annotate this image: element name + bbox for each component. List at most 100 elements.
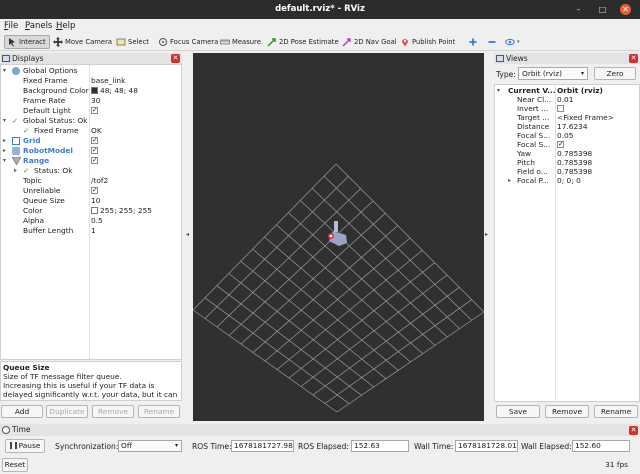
- fixed-frame-value[interactable]: base_link: [91, 76, 125, 86]
- render-viewport[interactable]: [193, 53, 484, 421]
- views-tree[interactable]: ▾ Current V... Orbit (rviz) Near Cl... 0…: [494, 84, 640, 402]
- pose-estimate-label: 2D Pose Estimate: [279, 38, 339, 46]
- unreliable-key: Unreliable: [23, 186, 61, 195]
- tree-row-range-status[interactable]: ▸ ✓ Status: Ok: [1, 166, 181, 176]
- range-enabled-checkbox[interactable]: [91, 155, 98, 166]
- interact-tool[interactable]: Interact: [4, 35, 50, 49]
- help-panel: Queue Size Size of TF message filter que…: [0, 361, 182, 401]
- tree-row-frame-rate[interactable]: Frame Rate 30: [1, 96, 181, 106]
- remove-display-button[interactable]: Remove: [92, 405, 134, 418]
- displays-tree[interactable]: ▾ Global Options Fixed Frame base_link B…: [0, 64, 182, 360]
- views-title-label: Views: [506, 54, 528, 63]
- background-color-value[interactable]: 48; 48; 48: [91, 86, 138, 96]
- select-tool[interactable]: Select: [114, 35, 152, 49]
- tree-row-topic[interactable]: Topic /tof2: [1, 176, 181, 186]
- close-views-icon[interactable]: ✕: [629, 54, 638, 63]
- zero-button[interactable]: Zero: [594, 67, 636, 80]
- tree-row-buffer-length[interactable]: Buffer Length 1: [1, 226, 181, 236]
- tree-row-global-options[interactable]: ▾ Global Options: [1, 66, 181, 76]
- focal-point-value[interactable]: 0; 0; 0: [557, 176, 581, 186]
- ros-elapsed-field[interactable]: 152.63: [351, 440, 409, 452]
- add-display-button[interactable]: Add: [1, 405, 43, 418]
- maximize-button[interactable]: □: [597, 4, 608, 15]
- time-bar: Pause Synchronization: Off ▾ ROS Time: 1…: [0, 437, 640, 455]
- grid-label: Grid: [23, 136, 41, 145]
- right-splitter[interactable]: ▸: [484, 53, 492, 421]
- menu-file-rest: ile: [8, 21, 19, 31]
- buffer-length-value[interactable]: 1: [91, 226, 96, 236]
- tree-row-robot-model[interactable]: ▸ RobotModel: [1, 145, 181, 156]
- chevron-down-icon: ▾: [580, 70, 584, 77]
- default-light-checkbox[interactable]: [91, 105, 98, 116]
- sync-dropdown[interactable]: Off ▾: [118, 440, 182, 452]
- rename-display-button[interactable]: Rename: [138, 405, 180, 418]
- fps-counter: 31 fps: [605, 460, 628, 469]
- view-row-focal-point[interactable]: ▸ Focal P... 0; 0; 0: [495, 176, 639, 186]
- tree-row-background-color[interactable]: Background Color 48; 48; 48: [1, 86, 181, 96]
- close-time-icon[interactable]: ✕: [629, 426, 638, 435]
- tree-row-gs-fixed-frame[interactable]: ✓ Fixed Frame OK: [1, 126, 181, 136]
- close-displays-icon[interactable]: ✕: [171, 54, 180, 63]
- expand-arrow-icon: ▸: [14, 167, 18, 174]
- duplicate-display-button[interactable]: Duplicate: [46, 405, 88, 418]
- collapse-right-icon: ▸: [485, 231, 489, 238]
- camera-types-button[interactable]: ▾: [503, 35, 523, 49]
- tree-row-range[interactable]: ▾ Range: [1, 155, 181, 166]
- remove-tool-button[interactable]: [485, 35, 502, 49]
- chevron-down-icon: ▾: [174, 442, 178, 449]
- robot-icon: [12, 147, 20, 155]
- move-camera-tool[interactable]: Move Camera: [51, 35, 115, 49]
- checkbox-checked-icon: [91, 105, 98, 115]
- focus-camera-tool[interactable]: Focus Camera: [156, 35, 221, 49]
- remove-view-button[interactable]: Remove: [545, 405, 589, 418]
- save-view-button[interactable]: Save: [496, 405, 540, 418]
- rename-view-button[interactable]: Rename: [594, 405, 638, 418]
- tree-row-fixed-frame[interactable]: Fixed Frame base_link: [1, 76, 181, 86]
- tree-row-queue-size[interactable]: Queue Size 10: [1, 196, 181, 206]
- menu-panels[interactable]: Panels: [25, 21, 52, 31]
- status-bar: Reset 31 fps: [0, 457, 640, 474]
- tree-row-global-status[interactable]: ▾ ✓ Global Status: Ok: [1, 116, 181, 126]
- publish-point-tool[interactable]: Publish Point: [398, 35, 458, 49]
- focus-camera-label: Focus Camera: [170, 38, 219, 46]
- collapse-left-icon: ◂: [186, 231, 190, 238]
- grid-line-v: [216, 285, 362, 396]
- expand-arrow-icon: ▸: [3, 137, 7, 144]
- ros-time-field[interactable]: 1678181727.98: [231, 440, 294, 452]
- queue-size-value[interactable]: 10: [91, 196, 100, 206]
- checkbox-checked-icon: [91, 135, 98, 145]
- measure-label: Measure: [232, 38, 261, 46]
- reset-button[interactable]: Reset: [2, 458, 28, 472]
- nav-goal-label: 2D Nav Goal: [354, 38, 397, 46]
- wall-time-field[interactable]: 1678181728.01: [455, 440, 518, 452]
- ros-time-label: ROS Time:: [192, 442, 232, 451]
- nav-goal-tool[interactable]: 2D Nav Goal: [340, 35, 400, 49]
- alpha-key: Alpha: [23, 216, 45, 225]
- wall-elapsed-label: Wall Elapsed:: [521, 442, 572, 451]
- time-title-label: Time: [12, 425, 31, 434]
- tree-row-color[interactable]: Color 255; 255; 255: [1, 206, 181, 216]
- pose-estimate-tool[interactable]: 2D Pose Estimate: [265, 35, 342, 49]
- alpha-value[interactable]: 0.5: [91, 216, 103, 226]
- select-label: Select: [128, 38, 149, 46]
- tree-row-unreliable[interactable]: Unreliable: [1, 185, 181, 196]
- interact-label: Interact: [19, 38, 46, 46]
- menu-panels-rest: anels: [29, 21, 53, 31]
- measure-tool[interactable]: Measure: [218, 35, 264, 49]
- view-type-dropdown[interactable]: Orbit (rviz) ▾: [518, 67, 588, 80]
- wall-elapsed-field[interactable]: 152.60: [572, 440, 630, 452]
- left-splitter[interactable]: ◂: [185, 53, 193, 421]
- close-window-button[interactable]: ✕: [620, 4, 631, 15]
- color-value[interactable]: 255; 255; 255: [91, 206, 152, 216]
- window-title: default.rviz* - RViz: [275, 4, 365, 14]
- background-color-text: 48; 48; 48: [100, 86, 138, 95]
- minimize-button[interactable]: –: [573, 4, 584, 15]
- tree-row-alpha[interactable]: Alpha 0.5: [1, 216, 181, 226]
- menu-help[interactable]: Help: [56, 21, 75, 31]
- menu-file[interactable]: File: [4, 21, 18, 31]
- add-tool-button[interactable]: [466, 35, 483, 49]
- tree-row-default-light[interactable]: Default Light: [1, 105, 181, 116]
- unreliable-checkbox[interactable]: [91, 185, 98, 196]
- tree-row-grid[interactable]: ▸ Grid: [1, 135, 181, 146]
- pause-button[interactable]: Pause: [5, 439, 45, 453]
